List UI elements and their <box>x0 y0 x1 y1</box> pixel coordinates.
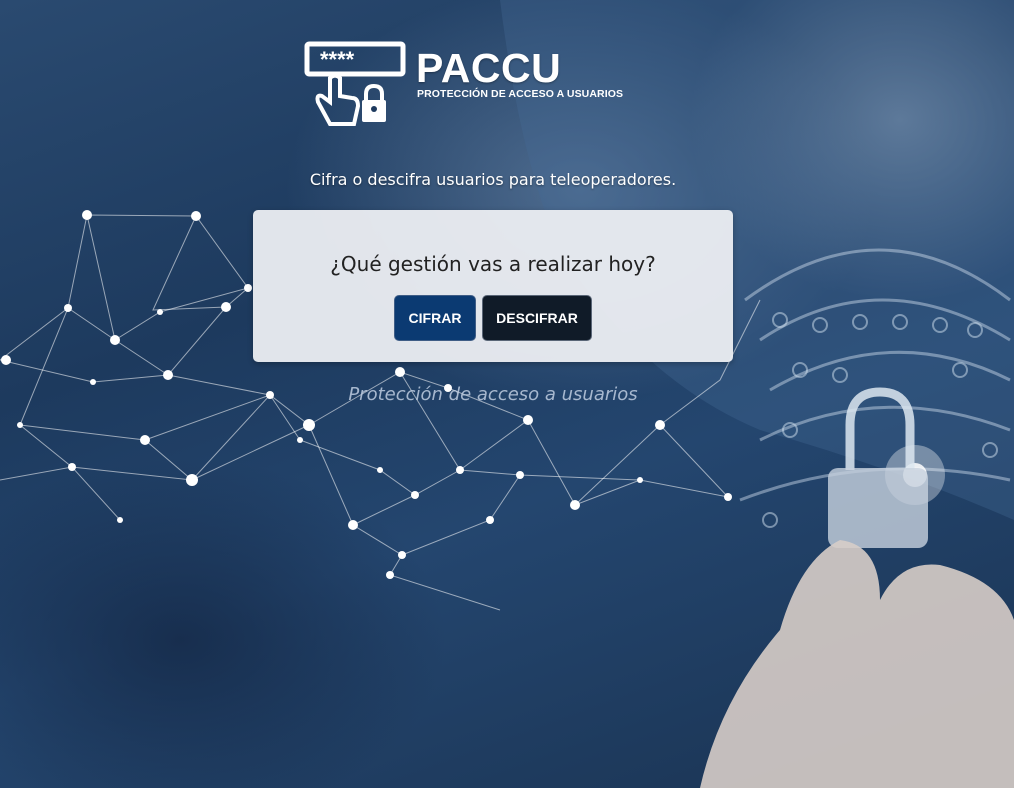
descifrar-button[interactable]: DESCIFRAR <box>482 295 592 341</box>
cifrar-button[interactable]: CIFRAR <box>394 295 476 341</box>
brand-name: PACCU <box>416 45 562 91</box>
brand-logo: **** PACCU PROTECCIÓN DE ACCESO A USUARI… <box>304 40 684 132</box>
password-mask-text: **** <box>320 47 355 72</box>
password-hand-lock-icon: **** <box>304 41 406 126</box>
brand-subtitle: PROTECCIÓN DE ACCESO A USUARIOS <box>417 88 624 100</box>
action-panel: ¿Qué gestión vas a realizar hoy? CIFRAR … <box>253 210 733 362</box>
panel-question: ¿Qué gestión vas a realizar hoy? <box>330 252 656 276</box>
footer-caption: Protección de acceso a usuarios <box>348 384 638 405</box>
tagline: Cifra o descifra usuarios para teleopera… <box>309 170 677 189</box>
